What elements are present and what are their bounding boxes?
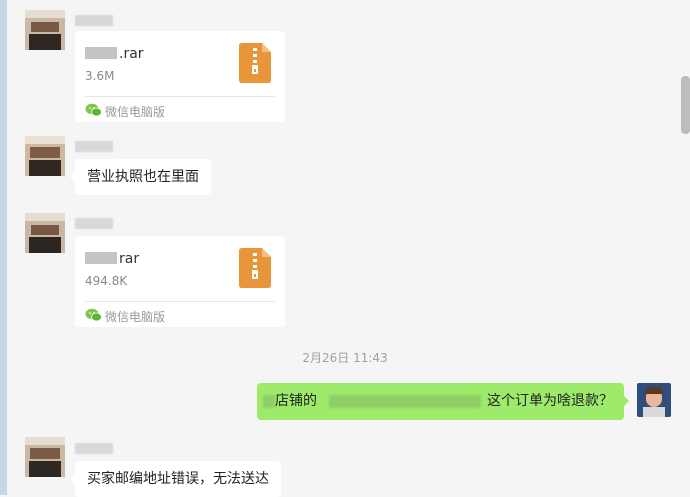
scrollbar-thumb[interactable]	[681, 76, 690, 134]
sender-name-redacted	[75, 15, 113, 26]
file-card-divider	[85, 301, 275, 302]
file-message-card[interactable]: rar 494.8K 微信电脑版	[75, 236, 285, 327]
sent-message-text-end: 这个订单为啥退款？	[487, 393, 613, 409]
text-message-bubble[interactable]: 买家邮编地址错误，无法送达	[70, 461, 281, 497]
message-text: 买家邮编地址错误，无法送达	[87, 471, 269, 487]
sent-message-text-start: 店铺的	[275, 393, 317, 409]
message-text: 营业执照也在里面	[87, 169, 199, 185]
text-message-bubble[interactable]: 营业执照也在里面	[70, 159, 211, 195]
sent-message-bubble[interactable]: 店铺的 这个订单为啥退款？	[257, 383, 629, 420]
zip-file-icon	[239, 248, 271, 288]
file-name: .rar	[85, 46, 144, 62]
self-avatar[interactable]	[637, 383, 671, 417]
redacted-text	[263, 395, 275, 408]
wechat-icon	[85, 103, 102, 117]
file-size: 3.6M	[85, 69, 115, 83]
wechat-icon	[85, 308, 102, 322]
contact-avatar[interactable]	[25, 10, 65, 50]
contact-avatar[interactable]	[25, 213, 65, 253]
file-message-card[interactable]: .rar 3.6M 微信电脑版	[75, 31, 285, 122]
file-name-redacted	[85, 47, 117, 59]
sender-name-redacted	[75, 443, 113, 454]
file-card-divider	[85, 96, 275, 97]
redacted-text	[329, 395, 481, 408]
file-size: 494.8K	[85, 274, 128, 288]
sender-name-redacted	[75, 141, 113, 152]
contact-avatar[interactable]	[25, 136, 65, 176]
contact-avatar[interactable]	[25, 437, 65, 477]
file-name-redacted	[85, 252, 117, 264]
file-source-label: 微信电脑版	[105, 310, 166, 324]
zip-file-icon	[239, 43, 271, 83]
message-timestamp: 2月26日 11:43	[302, 351, 388, 365]
file-name: rar	[85, 251, 139, 267]
file-source-label: 微信电脑版	[105, 105, 166, 119]
sender-name-redacted	[75, 218, 113, 229]
left-window-edge	[0, 0, 7, 495]
